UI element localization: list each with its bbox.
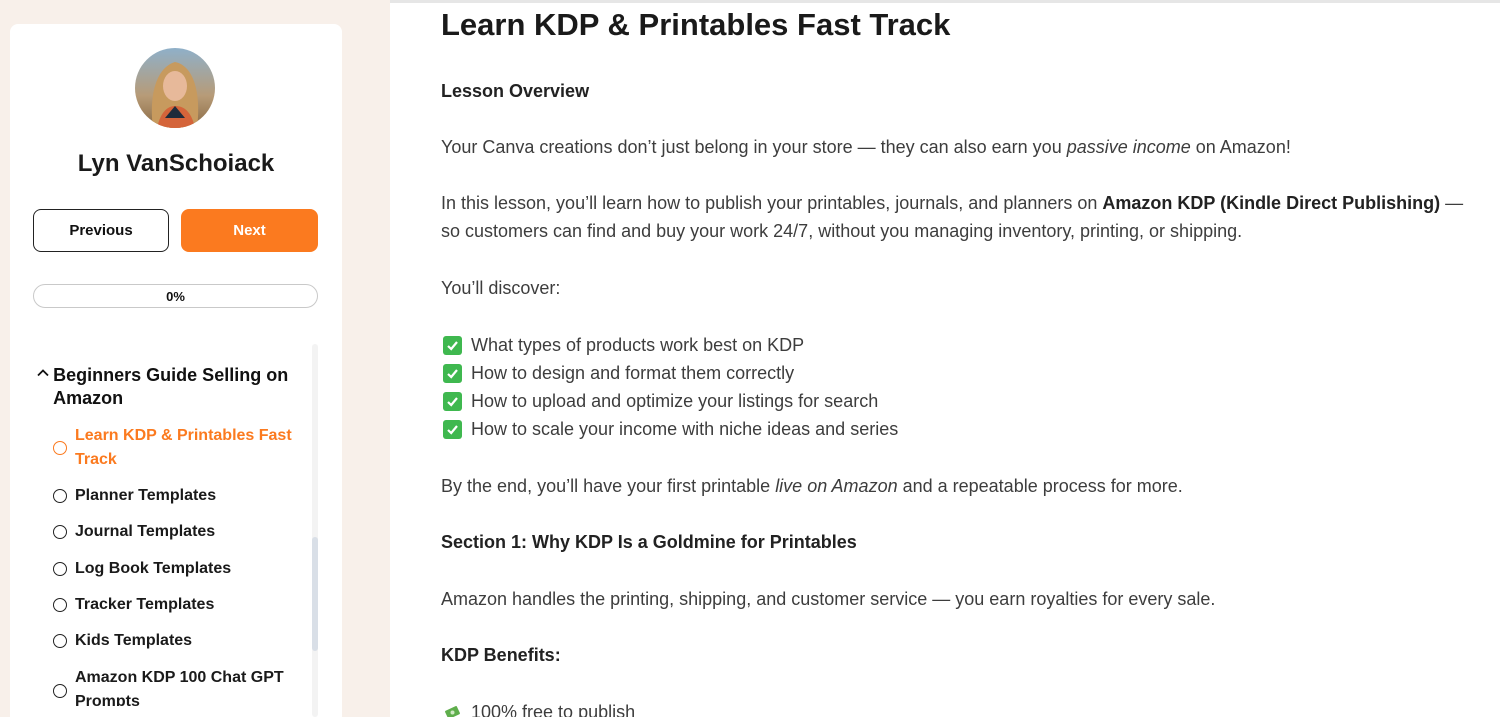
benefit-item: 100% free to publish xyxy=(443,698,635,717)
benefits-heading: KDP Benefits: xyxy=(441,645,561,665)
sidebar-lesson-amazon-kdp-prompts[interactable]: Amazon KDP 100 Chat GPT Prompts xyxy=(53,666,308,706)
circle-icon xyxy=(53,598,67,612)
text-span: By the end, you’ll have your first print… xyxy=(441,476,776,496)
chevron-up-icon[interactable] xyxy=(36,364,53,410)
next-button[interactable]: Next xyxy=(181,209,318,252)
lesson-label: Kids Templates xyxy=(75,632,193,649)
lesson-label: Tracker Templates xyxy=(75,596,215,613)
sidebar-lesson-planner-templates[interactable]: Planner Templates xyxy=(53,484,308,508)
checklist-item: How to design and format them correctly xyxy=(443,359,794,387)
page-title: Learn KDP & Printables Fast Track xyxy=(441,7,951,42)
checklist-text: How to scale your income with niche idea… xyxy=(471,419,899,439)
checklist-text: What types of products work best on KDP xyxy=(471,335,805,355)
bold-span: Amazon KDP (Kindle Direct Publishing) xyxy=(1102,193,1441,213)
author-name: Lyn VanSchoiack xyxy=(77,150,275,177)
module-title: Beginners Guide Selling on Amazon xyxy=(53,365,289,408)
text-span: In this lesson, you’ll learn how to publ… xyxy=(441,193,1103,213)
paragraph-intro: Your Canva creations don’t just belong i… xyxy=(441,133,1481,161)
text-span: on Amazon! xyxy=(1190,137,1291,157)
top-divider xyxy=(390,0,1500,3)
circle-icon xyxy=(53,634,67,648)
section1-heading: Section 1: Why KDP Is a Goldmine for Pri… xyxy=(441,532,857,552)
circle-icon xyxy=(53,489,67,503)
lesson-label: Journal Templates xyxy=(75,523,216,540)
check-box-icon xyxy=(443,363,462,383)
previous-button[interactable]: Previous xyxy=(33,209,169,252)
avatar xyxy=(135,48,215,128)
section1-text: Amazon handles the printing, shipping, a… xyxy=(441,589,1216,609)
progress-bar: 0% xyxy=(33,284,318,308)
sidebar-scrollbar[interactable] xyxy=(312,344,318,717)
checklist-text: How to design and format them correctly xyxy=(471,363,795,383)
lesson-label: Amazon KDP 100 Chat GPT Prompts xyxy=(75,669,284,706)
lesson-label: Log Book Templates xyxy=(75,560,232,577)
checklist-item: How to upload and optimize your listings… xyxy=(443,387,878,415)
check-box-icon xyxy=(443,335,462,355)
module-header[interactable]: Beginners Guide Selling on Amazon xyxy=(36,364,306,410)
discover-text: You’ll discover: xyxy=(441,278,561,298)
emphasis-span: passive income xyxy=(1066,137,1191,157)
paragraph-by-the-end: By the end, you’ll have your first print… xyxy=(441,472,1481,500)
progress-label: 0% xyxy=(166,288,185,304)
lesson-overview-heading: Lesson Overview xyxy=(441,81,590,101)
sidebar-lesson-learn-kdp[interactable]: Learn KDP & Printables Fast Track xyxy=(53,424,308,472)
benefit-text: 100% free to publish xyxy=(471,702,636,717)
text-span: and a repeatable process for more. xyxy=(897,476,1183,496)
circle-icon xyxy=(53,441,67,455)
sidebar-lesson-kids-templates[interactable]: Kids Templates xyxy=(53,629,308,653)
checklist-item: How to scale your income with niche idea… xyxy=(443,415,898,443)
lesson-label: Learn KDP & Printables Fast Track xyxy=(75,427,292,468)
sidebar-lesson-log-book-templates[interactable]: Log Book Templates xyxy=(53,557,308,581)
sidebar-lesson-tracker-templates[interactable]: Tracker Templates xyxy=(53,593,308,617)
checklist-item: What types of products work best on KDP xyxy=(443,331,804,359)
sidebar-scrollbar-thumb[interactable] xyxy=(312,537,318,651)
checklist-text: How to upload and optimize your listings… xyxy=(471,391,879,411)
circle-icon xyxy=(53,684,67,698)
check-box-icon xyxy=(443,391,462,411)
circle-icon xyxy=(53,562,67,576)
money-with-wings-icon xyxy=(443,703,462,717)
lesson-label: Planner Templates xyxy=(75,487,217,504)
circle-icon xyxy=(53,525,67,539)
check-box-icon xyxy=(443,419,462,439)
emphasis-span: live on Amazon xyxy=(775,476,898,496)
paragraph-kdp: In this lesson, you’ll learn how to publ… xyxy=(441,189,1481,245)
text-span: Your Canva creations don’t just belong i… xyxy=(441,137,1067,157)
sidebar-lesson-journal-templates[interactable]: Journal Templates xyxy=(53,520,308,544)
